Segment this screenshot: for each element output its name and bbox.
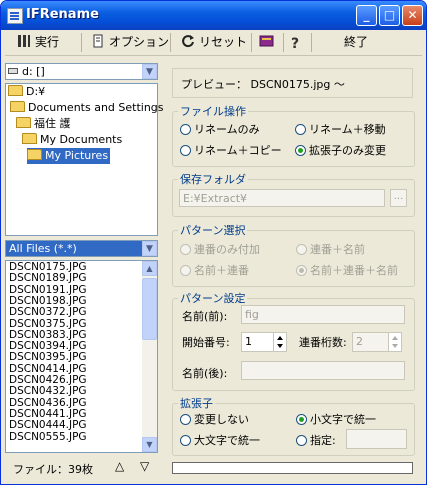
scroll-up-icon[interactable]: ▲ (142, 261, 157, 276)
suffix-label: 名前(後): (182, 367, 228, 380)
folder-open-icon (27, 149, 42, 160)
file-list-item[interactable]: DSCN0191.JPG (9, 284, 87, 296)
app-icon (7, 8, 23, 24)
options-icon (91, 34, 105, 48)
radio-specify[interactable]: 指定: (296, 434, 336, 447)
prefix-label: 名前(前): (182, 310, 228, 323)
save-folder-input[interactable]: E:¥Extract¥ (179, 189, 385, 207)
reset-button[interactable]: リセット (181, 32, 247, 52)
radio-icon (295, 124, 306, 135)
window-title: IFRename (26, 7, 99, 22)
run-icon (17, 34, 31, 48)
folder-open-icon (22, 133, 37, 144)
radio-icon (296, 265, 307, 276)
book-icon (259, 34, 274, 48)
suffix-input[interactable] (241, 361, 405, 380)
folder-open-icon (8, 85, 23, 96)
help-button[interactable]: ? (291, 32, 309, 52)
browse-button[interactable]: ... (390, 189, 407, 207)
toolbar: 実行 オプション リセット ? 終了 (5, 30, 422, 56)
move-up-icon[interactable]: △ (115, 459, 124, 473)
radio-icon (295, 145, 306, 156)
radio-no-change[interactable]: 変更しない (180, 413, 249, 426)
chevron-down-icon[interactable]: ▼ (142, 241, 157, 256)
radio-icon (180, 244, 191, 255)
folder-tree[interactable]: D:¥ Documents and Settings 福住 護 My Docum… (5, 83, 164, 236)
file-list-item[interactable]: DSCN0395.JPG (9, 352, 87, 363)
run-button[interactable]: 実行 (17, 32, 59, 52)
start-number-label: 開始番号: (182, 336, 230, 349)
quit-button[interactable]: 終了 (344, 32, 368, 52)
file-list-item[interactable]: DSCN0432.JPG (9, 386, 87, 397)
tree-item-selected[interactable]: My Pictures (6, 148, 157, 164)
radio-lowercase[interactable]: 小文字で統一 (296, 413, 376, 426)
move-down-icon[interactable]: ▽ (140, 459, 149, 473)
extension-input[interactable] (346, 429, 407, 449)
digits-stepper[interactable]: 2 (352, 332, 402, 352)
tree-item[interactable]: Documents and Settings (10, 100, 164, 116)
radio-rename-only[interactable]: リネームのみ (180, 123, 260, 136)
radio-extension-only[interactable]: 拡張子のみ変更 (295, 144, 386, 157)
tree-item[interactable]: My Documents (22, 132, 122, 148)
start-number-stepper[interactable]: 1 (241, 332, 287, 352)
options-button[interactable]: オプション (91, 32, 169, 52)
file-list-item[interactable]: DSCN0444.JPG (9, 420, 87, 431)
drive-select[interactable]: d: [] ▼ (5, 63, 158, 80)
spin-arrows-icon[interactable] (273, 333, 286, 351)
folder-open-icon (16, 117, 31, 128)
file-list-item[interactable]: DSCN0372.JPG (9, 307, 87, 318)
preview-box: プレビュー： DSCN0175.jpg 〜 (172, 68, 413, 98)
radio-rename-move[interactable]: リネーム＋移動 (295, 123, 386, 136)
file-filter-select[interactable]: All Files (*.*) ▼ (5, 240, 158, 257)
radio-uppercase[interactable]: 大文字で統一 (180, 434, 260, 447)
file-count-status: ファイル：39枚 (13, 463, 93, 476)
file-list-scrollbar[interactable]: ▲ ▼ (142, 261, 157, 452)
folder-open-icon (10, 101, 25, 112)
drive-icon (8, 68, 18, 74)
file-list[interactable]: ▲ ▼ DSCN0175.JPG DSCN0189.JPG DSCN0191.JPG… (5, 260, 158, 453)
radio-icon (180, 435, 191, 446)
prefix-input[interactable]: fig (241, 305, 405, 324)
reset-icon (181, 34, 195, 48)
radio-icon (296, 414, 307, 425)
radio-icon (296, 435, 307, 446)
scroll-thumb[interactable] (142, 278, 157, 340)
radio-icon (180, 145, 191, 156)
ifrename-window: IFRename _ □ ✕ 実行 オプション リセット ? 終了 d: [] … (0, 0, 427, 485)
radio-name-number[interactable]: 名前＋連番 (180, 264, 249, 277)
file-list-item[interactable]: DSCN0436.JPG (9, 397, 87, 409)
chevron-down-icon[interactable]: ▼ (142, 64, 157, 79)
help-book-button[interactable] (259, 32, 277, 52)
tree-item[interactable]: D:¥ (8, 84, 45, 100)
radio-icon (180, 414, 191, 425)
file-list-item[interactable]: DSCN0375.JPG (9, 318, 87, 330)
progress-bar (172, 462, 413, 474)
title-bar[interactable]: IFRename _ □ ✕ (1, 1, 426, 30)
question-icon: ? (291, 36, 300, 52)
radio-icon (296, 244, 307, 255)
scroll-down-icon[interactable]: ▼ (142, 437, 157, 452)
radio-number-name[interactable]: 連番＋名前 (296, 243, 365, 256)
radio-name-number-name[interactable]: 名前＋連番＋名前 (296, 264, 398, 277)
radio-number-only[interactable]: 連番のみ付加 (180, 243, 260, 256)
tree-item[interactable]: 福住 護 (16, 116, 71, 132)
radio-icon (180, 124, 191, 135)
digits-label: 連番桁数: (299, 336, 347, 349)
radio-rename-copy[interactable]: リネーム＋コピー (180, 144, 282, 157)
maximize-button[interactable]: □ (379, 5, 400, 26)
close-button[interactable]: ✕ (402, 5, 423, 26)
file-list-item[interactable]: DSCN0555.JPG (9, 431, 87, 443)
minimize-button[interactable]: _ (356, 5, 377, 26)
file-list-item[interactable]: DSCN0189.JPG (9, 273, 87, 284)
radio-icon (180, 265, 191, 276)
spin-arrows-icon[interactable] (388, 333, 401, 351)
